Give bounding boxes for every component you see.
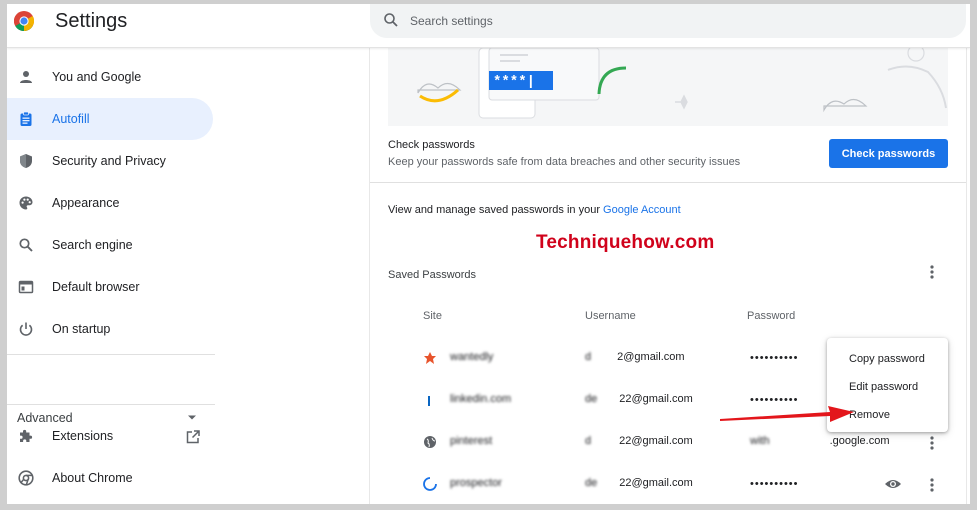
sidebar-item-label: Appearance	[52, 196, 120, 210]
autofill-passwords-card: ****| Check passwords Keep your password…	[370, 48, 966, 504]
sidebar-item-about-chrome[interactable]: About Chrome	[7, 457, 213, 499]
row-site-name: pinterest	[450, 435, 493, 447]
username-domain: 22@gmail.com	[619, 435, 693, 447]
sidebar-item-autofill[interactable]: Autofill	[7, 98, 213, 140]
passwords-illustration: ****|	[388, 48, 948, 126]
row-site-name: wantedly	[450, 351, 494, 363]
check-passwords-title: Check passwords	[388, 139, 475, 151]
row-password-partial: with .google.com	[750, 435, 890, 447]
sidebar-item-security-and-privacy[interactable]: Security and Privacy	[7, 140, 213, 182]
password-mask-text: ****|	[493, 74, 535, 90]
menu-item-edit-password[interactable]: Edit password	[827, 373, 948, 401]
shield-icon	[20, 154, 32, 168]
manage-passwords-text: View and manage saved passwords in your …	[388, 204, 681, 216]
search-bar[interactable]	[370, 4, 966, 38]
sidebar-item-label: Autofill	[52, 112, 90, 126]
search-icon	[19, 238, 33, 252]
sidebar-item-you-and-google[interactable]: You and Google	[7, 56, 213, 98]
password-redacted: with	[750, 435, 770, 447]
username-domain: 22@gmail.com	[619, 477, 693, 489]
username-redacted: d	[585, 351, 592, 363]
search-input[interactable]	[410, 11, 940, 31]
header: Settings	[7, 4, 970, 48]
sidebar-item-label: Default browser	[52, 280, 140, 294]
row-username: de 22@gmail.com	[585, 477, 693, 489]
username-domain: 2@gmail.com	[617, 351, 685, 363]
sidebar-item-extensions[interactable]: Extensions	[7, 415, 213, 457]
sidebar-item-label: On startup	[52, 322, 111, 336]
username-redacted: d	[585, 435, 592, 447]
watermark-text: Techniquehow.com	[536, 232, 715, 253]
sidebar-item-label: Extensions	[52, 429, 114, 443]
sidebar-item-appearance[interactable]: Appearance	[7, 182, 213, 224]
puzzle-icon	[20, 429, 33, 442]
row-username: d 22@gmail.com	[585, 435, 693, 447]
browser-icon	[18, 280, 34, 294]
sidebar-item-label: You and Google	[52, 70, 142, 84]
username-domain: 22@gmail.com	[619, 393, 693, 405]
section-divider	[370, 182, 966, 183]
globe-icon	[424, 436, 436, 448]
check-passwords-button[interactable]: Check passwords	[829, 139, 948, 168]
external-link-icon[interactable]	[185, 429, 201, 445]
chrome-icon	[18, 470, 34, 486]
check-passwords-subtitle: Keep your passwords safe from data breac…	[388, 156, 741, 168]
more-actions-icon[interactable]	[925, 476, 939, 494]
column-header-site: Site	[423, 310, 442, 322]
sidebar-divider	[7, 404, 215, 405]
column-header-username: Username	[585, 310, 636, 322]
row-username: de 22@gmail.com	[585, 393, 693, 405]
sidebar: You and Google Autofill Security and Pri…	[7, 48, 227, 504]
more-actions-icon[interactable]	[925, 263, 939, 281]
search-icon	[384, 13, 398, 27]
row-username: d 2@gmail.com	[585, 351, 685, 363]
row-site-name: linkedin.com	[450, 393, 512, 405]
illustration-graphic: ****|	[417, 48, 947, 119]
show-password-icon[interactable]	[884, 477, 902, 491]
google-account-link[interactable]: Google Account	[603, 204, 681, 216]
more-actions-icon[interactable]	[925, 434, 939, 452]
page-title: Settings	[55, 10, 128, 32]
person-icon	[20, 71, 32, 83]
row-password-masked: ••••••••••	[750, 352, 799, 364]
saved-passwords-heading: Saved Passwords	[388, 269, 477, 281]
clipboard-icon	[20, 111, 32, 126]
password-domain: .google.com	[829, 435, 890, 447]
manage-passwords-label: View and manage saved passwords in your	[388, 204, 604, 216]
power-icon	[19, 322, 33, 336]
sidebar-item-on-startup[interactable]: On startup	[7, 308, 213, 350]
username-redacted: de	[585, 393, 598, 405]
sidebar-item-label: Security and Privacy	[52, 154, 166, 168]
site-favicon-icon	[424, 352, 436, 364]
settings-window: Settings You and Google	[7, 4, 970, 504]
palette-icon	[19, 196, 33, 210]
sidebar-divider	[7, 354, 215, 355]
sidebar-item-label: Search engine	[52, 238, 133, 252]
sidebar-item-default-browser[interactable]: Default browser	[7, 266, 213, 308]
column-header-password: Password	[747, 310, 796, 322]
site-favicon-icon	[423, 477, 437, 491]
chrome-logo-icon	[14, 11, 34, 31]
sidebar-item-search-engine[interactable]: Search engine	[7, 224, 213, 266]
site-favicon-icon	[428, 396, 430, 406]
row-site-name: prospector	[450, 477, 502, 489]
row-password-masked: ••••••••••	[750, 478, 799, 490]
sidebar-item-label: About Chrome	[52, 471, 133, 485]
username-redacted: de	[585, 477, 598, 489]
menu-item-copy-password[interactable]: Copy password	[827, 345, 948, 373]
annotation-arrow	[720, 406, 854, 422]
